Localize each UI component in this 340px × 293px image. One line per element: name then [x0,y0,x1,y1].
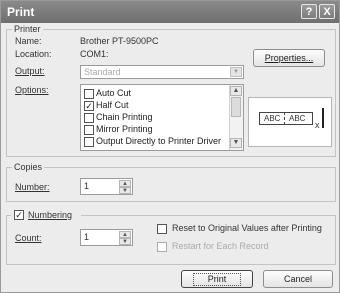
spin-up-icon[interactable]: ▲ [119,180,131,187]
printer-name-value: Brother PT-9500PC [80,36,159,46]
option-label: Auto Cut [96,88,132,98]
print-dialog: Print ? X Printer Name: Brother PT-9500P… [0,0,340,293]
options-list[interactable]: Auto Cut ✓ Half Cut Chain Printing Mirror… [80,84,244,151]
count-label: Count: [15,233,42,243]
checkbox-icon[interactable] [84,125,94,135]
name-label: Name: [15,36,42,46]
checkbox-icon[interactable] [157,242,167,252]
copies-number-input[interactable]: 1 ▲ ▼ [80,178,133,195]
dialog-title: Print [7,5,35,19]
copies-legend: Copies [12,162,45,172]
chevron-down-icon[interactable]: ▼ [230,67,242,77]
close-button[interactable]: X [319,4,335,19]
print-button-label: Print [192,273,242,286]
options-scrollbar[interactable]: ▲ ▼ [229,85,243,150]
reset-option[interactable]: Reset to Original Values after Printing [157,223,332,235]
half-cut-mark [284,112,285,125]
restart-label: Restart for Each Record [172,241,269,251]
cut-x-icon: x [315,120,320,130]
printer-legend: Printer [12,24,43,34]
preview-text-1: ABC [264,114,281,123]
restart-option[interactable]: Restart for Each Record [157,241,332,253]
spin-up-icon[interactable]: ▲ [119,231,131,238]
number-label: Number: [15,182,50,192]
numbering-checkbox-icon[interactable]: ✓ [14,210,24,220]
cancel-button-label: Cancel [283,274,312,284]
copies-number-value: 1 [84,181,90,191]
output-label: Output: [15,66,45,76]
option-label: Output Directly to Printer Driver [96,136,222,146]
cancel-button[interactable]: Cancel [263,270,333,288]
properties-button[interactable]: Properties... [253,49,325,67]
output-select[interactable]: Standard ▼ [80,65,244,79]
reset-label: Reset to Original Values after Printing [172,223,322,233]
print-button[interactable]: Print [181,270,253,288]
checkbox-icon[interactable] [84,89,94,99]
checkbox-icon[interactable] [84,113,94,123]
checkbox-icon[interactable] [157,224,167,234]
output-select-value: Standard [84,67,121,77]
label-preview: ABC ABC x [248,97,332,147]
scroll-thumb[interactable] [231,97,241,117]
location-label: Location: [15,49,52,59]
spin-down-icon[interactable]: ▼ [119,187,131,194]
option-label: Chain Printing [96,112,153,122]
properties-button-label: Properties... [264,53,314,63]
option-label: Half Cut [96,100,129,110]
location-value: COM1: [80,49,109,59]
preview-text-2: ABC [289,114,306,123]
numbering-label: Numbering [28,210,73,220]
numbering-toggle[interactable]: ✓ Numbering [11,209,81,221]
options-label: Options: [15,85,49,95]
help-button[interactable]: ? [301,4,317,19]
title-bar: Print ? X [1,1,339,23]
count-input[interactable]: 1 ▲ ▼ [80,229,133,246]
checkbox-checked-icon[interactable]: ✓ [84,101,94,111]
count-value: 1 [84,232,90,242]
preview-tape: ABC ABC [259,112,313,125]
option-label: Mirror Printing [96,124,153,134]
spin-down-icon[interactable]: ▼ [119,238,131,245]
scroll-down-icon[interactable]: ▼ [230,138,242,148]
scroll-up-icon[interactable]: ▲ [230,86,242,96]
checkbox-icon[interactable] [84,137,94,147]
copies-group [6,167,336,202]
cut-bar-icon [322,108,324,128]
